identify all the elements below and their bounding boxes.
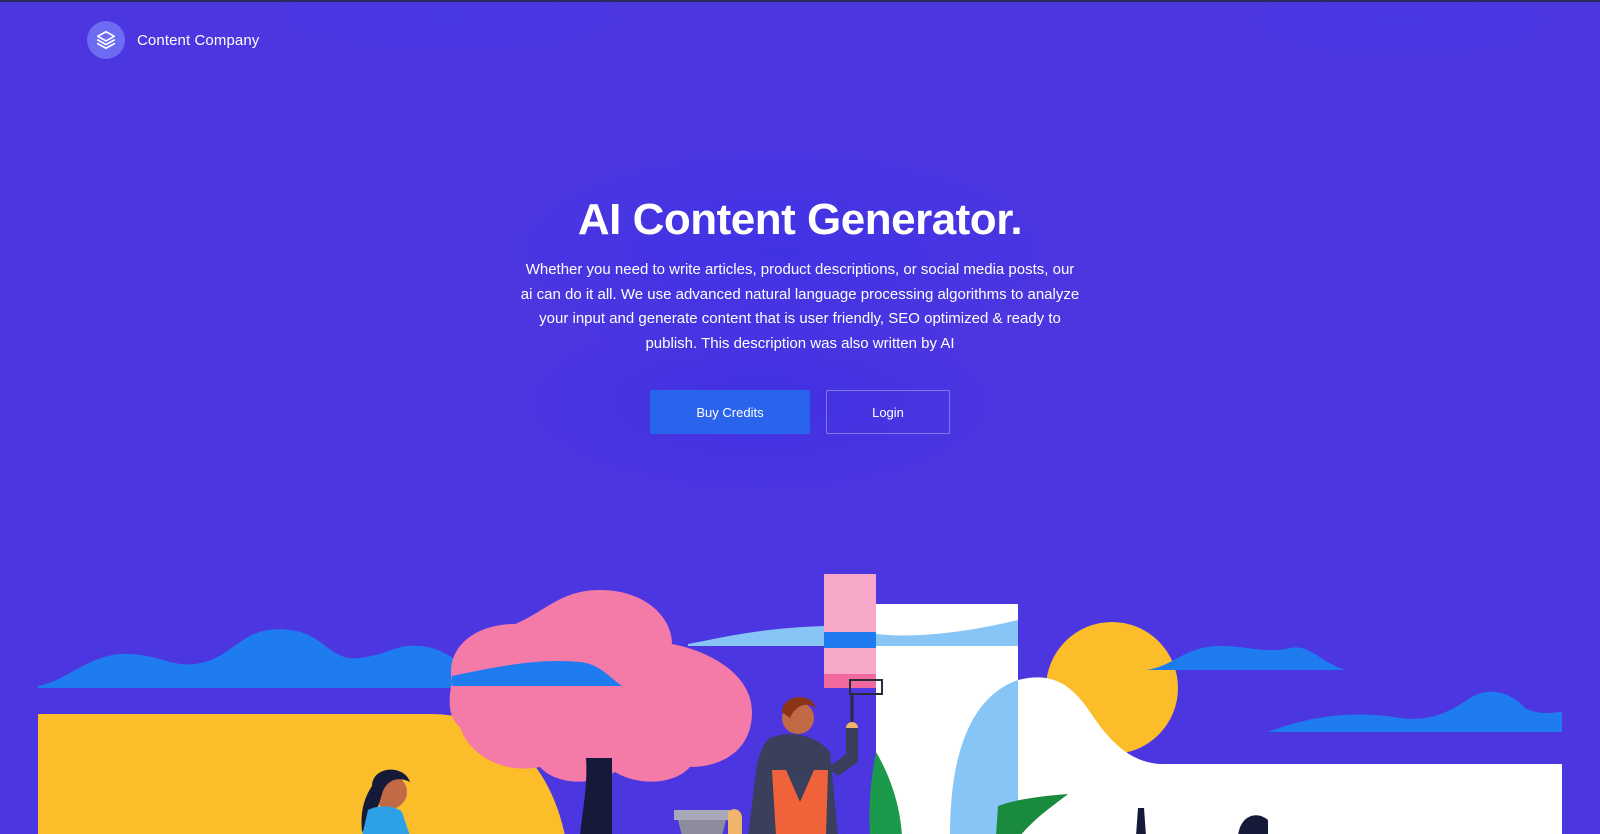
paint-strip-low xyxy=(824,648,876,674)
buy-credits-button[interactable]: Buy Credits xyxy=(650,390,810,434)
painter-left-hand xyxy=(728,809,742,834)
paint-strip-light xyxy=(824,574,876,632)
login-button[interactable]: Login xyxy=(826,390,950,434)
page-title: AI Content Generator. xyxy=(577,195,1023,244)
brand-home-link[interactable]: Content Company xyxy=(87,21,259,59)
paint-bucket-body xyxy=(678,820,726,834)
right-hill-small xyxy=(1146,646,1345,670)
page-frame: Content Company AI Content Generator. Wh… xyxy=(0,0,1600,834)
cta-button-row: Buy Credits Login xyxy=(0,390,1600,434)
right-hill-large xyxy=(1268,691,1562,732)
hero-description: Whether you need to write articles, prod… xyxy=(520,261,1080,352)
brand-name: Content Company xyxy=(137,31,260,49)
painter-arm xyxy=(828,728,858,776)
river-wave-light xyxy=(688,626,824,646)
hero-illustration xyxy=(38,574,1562,834)
paint-bucket xyxy=(674,810,730,820)
paint-strip-mid xyxy=(824,632,876,648)
hero-section: AI Content Generator. Whether you need t… xyxy=(0,194,1600,356)
layers-icon xyxy=(87,21,125,59)
